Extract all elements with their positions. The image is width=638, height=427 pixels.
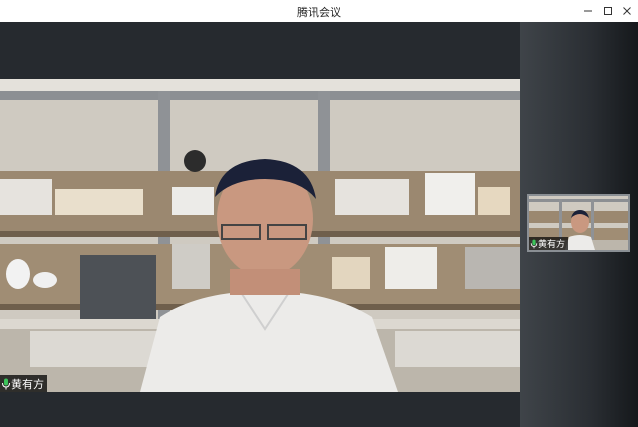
microphone-icon (530, 239, 538, 248)
maximize-icon (604, 7, 612, 15)
title-bar: 腾讯会议 (0, 0, 638, 23)
thumbnail-name: 黄有方 (538, 240, 566, 250)
microphone-icon (2, 378, 10, 389)
maximize-button[interactable] (598, 2, 618, 20)
thumbnail-name-tag: 黄有方 (529, 237, 569, 250)
main-video-feed[interactable]: 黄有方 (0, 79, 520, 392)
video-frame (0, 79, 520, 392)
main-stage: 黄有方 (0, 22, 520, 427)
minimize-button[interactable] (578, 2, 598, 20)
speaker-name-tag: 黄有方 (0, 375, 47, 392)
participant-panel: 黄有方 (520, 22, 638, 427)
speaker-name: 黄有方 (11, 377, 44, 391)
window-title: 腾讯会议 (297, 6, 341, 19)
close-icon (623, 7, 631, 15)
close-button[interactable] (617, 2, 637, 20)
minimize-icon (584, 10, 592, 12)
participant-thumbnail[interactable]: 黄有方 (527, 194, 630, 252)
